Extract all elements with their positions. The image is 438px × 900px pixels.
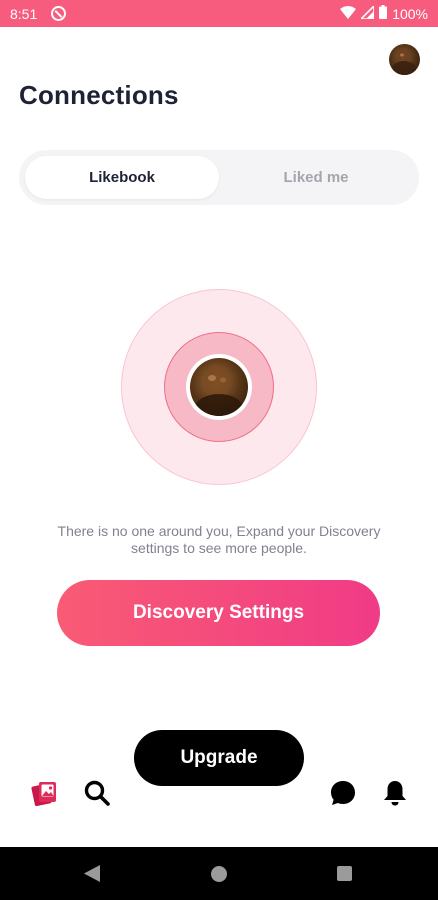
tab-liked-me[interactable]: Liked me (219, 156, 413, 199)
connections-screen: 8:51 100% Connections Likebook Liked me (0, 0, 438, 900)
tab-likebook[interactable]: Likebook (25, 156, 219, 199)
user-avatar (190, 358, 248, 416)
page-title: Connections (19, 80, 179, 110)
home-icon[interactable] (211, 866, 227, 882)
status-time: 8:51 (10, 5, 38, 22)
chat-icon[interactable] (328, 778, 358, 808)
do-not-disturb-icon (51, 6, 67, 21)
discovery-settings-button[interactable]: Discovery Settings (57, 580, 380, 646)
cell-signal-icon (359, 3, 375, 22)
wifi-icon (340, 5, 357, 22)
upgrade-button[interactable]: Upgrade (134, 730, 304, 786)
empty-state-message: There is no one around you, Expand your … (57, 523, 381, 556)
search-icon[interactable] (82, 778, 112, 808)
battery-icon (379, 5, 388, 22)
cards-icon[interactable] (30, 778, 60, 808)
status-indicators: 100% (340, 3, 428, 22)
android-navigation-bar (0, 847, 438, 900)
back-icon[interactable] (84, 865, 100, 887)
recents-icon[interactable] (337, 866, 352, 881)
status-bar: 8:51 100% (0, 0, 438, 27)
connection-tabs: Likebook Liked me (19, 150, 419, 205)
profile-avatar[interactable] (389, 44, 420, 75)
battery-percent: 100% (392, 5, 428, 22)
bell-icon[interactable] (380, 778, 410, 808)
